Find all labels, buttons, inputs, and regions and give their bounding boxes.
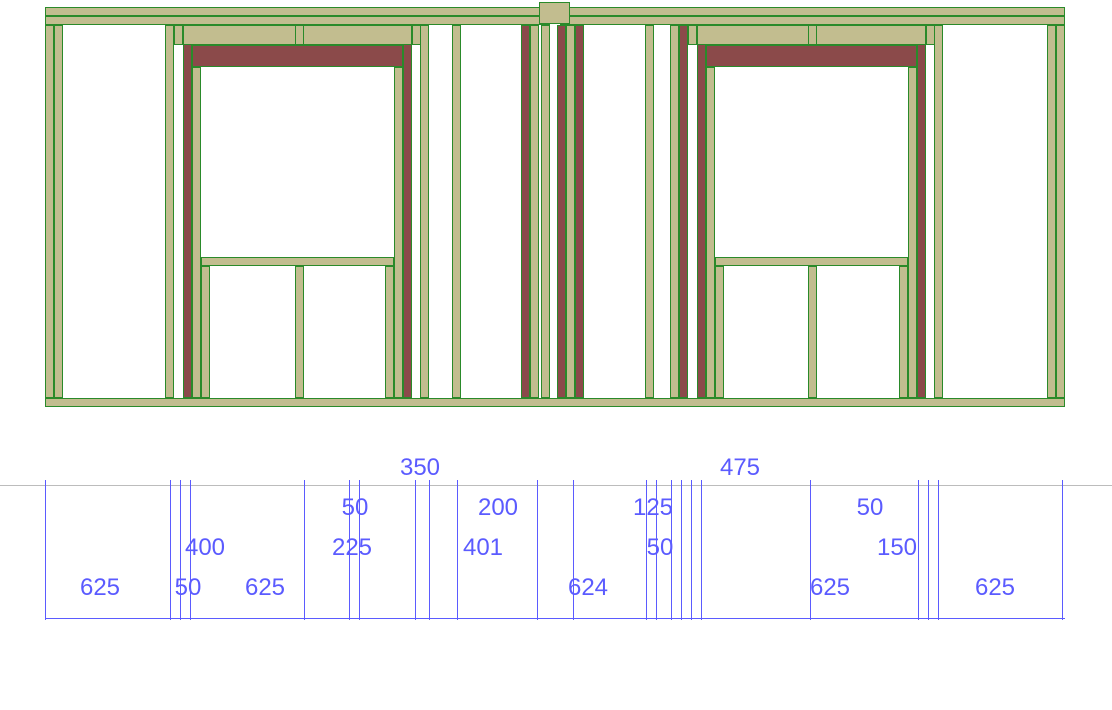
win1-cripple-c [385,266,394,398]
tick [304,480,305,620]
win2-cripple-a [715,266,724,398]
win2-jack-r [908,67,917,398]
stud-625-l [165,25,174,398]
left-end-stud-b [54,25,63,398]
stud-mid-r-c [679,25,688,398]
tick [429,480,430,620]
win1-header [192,45,403,67]
center-stud-1 [521,25,530,398]
win2-cripple-c [899,266,908,398]
win2-king-l [697,25,706,398]
tick [457,480,458,620]
stud-mid-l [452,25,461,398]
center-stud-2 [530,25,539,398]
win2-header [706,45,917,67]
center-stud-6 [575,25,584,398]
tick [938,480,939,620]
dim-625c: 625 [810,574,850,602]
dim-50b: 50 [857,494,884,522]
top-plate-2b [560,16,1065,25]
win1-king-r [403,25,412,398]
win2-king-r [917,25,926,398]
dim-350: 350 [400,454,440,482]
win1-sill [201,257,394,266]
dim-625d: 625 [975,574,1015,602]
tick [701,480,702,620]
win1-jack-l [192,67,201,398]
dim-50: 50 [175,574,202,602]
center-stud-3 [541,25,550,398]
top-plate-1b [560,7,1065,16]
center-stud-5 [566,25,575,398]
dim-150: 150 [877,534,917,562]
win2-jack-l [706,67,715,398]
tick [918,480,919,620]
win1-king-l [183,25,192,398]
top-plate-1 [45,7,550,16]
stub-mid-l [420,25,429,398]
stud-mid-r-a [645,25,654,398]
win1-top-crip-a [295,25,304,45]
dim-401: 401 [463,534,503,562]
tick [537,480,538,620]
bottom-plate [45,398,1065,407]
dim-50a: 50 [342,494,369,522]
dim-625a: 625 [80,574,120,602]
tick [45,480,46,620]
dim-400: 400 [185,534,225,562]
win2-top-crip [808,25,817,45]
win2-cripple-b [808,266,817,398]
tick [1062,480,1063,620]
stud-625-r [934,25,943,398]
dim-50x: 50 [647,534,674,562]
stud-mid-r-b [670,25,679,398]
win1-cripple-b [295,266,304,398]
dim-624: 624 [568,574,608,602]
tick [170,480,171,620]
win2-sill [715,257,908,266]
dim-475: 475 [720,454,760,482]
win1-jack-r [394,67,403,398]
win1-cripple-a [201,266,210,398]
stub-l [174,25,183,45]
top-plate-2 [45,16,550,25]
center-gap-block-top [539,2,570,24]
tick [928,480,929,620]
dim-line-bottom [45,618,1065,619]
tick [415,480,416,620]
stub-mid-r [688,25,697,45]
dim-625b: 625 [245,574,285,602]
dim-125: 125 [633,494,673,522]
tick [681,480,682,620]
tick [691,480,692,620]
dim-225: 225 [332,534,372,562]
left-end-stud-a [45,25,54,398]
framing-diagram: 350 475 50 200 125 50 400 225 401 50 150… [0,0,1112,710]
dim-200: 200 [478,494,518,522]
right-end-stud-a [1047,25,1056,398]
right-end-stud-b [1056,25,1065,398]
ground-line [0,485,1112,486]
center-stud-4 [557,25,566,398]
